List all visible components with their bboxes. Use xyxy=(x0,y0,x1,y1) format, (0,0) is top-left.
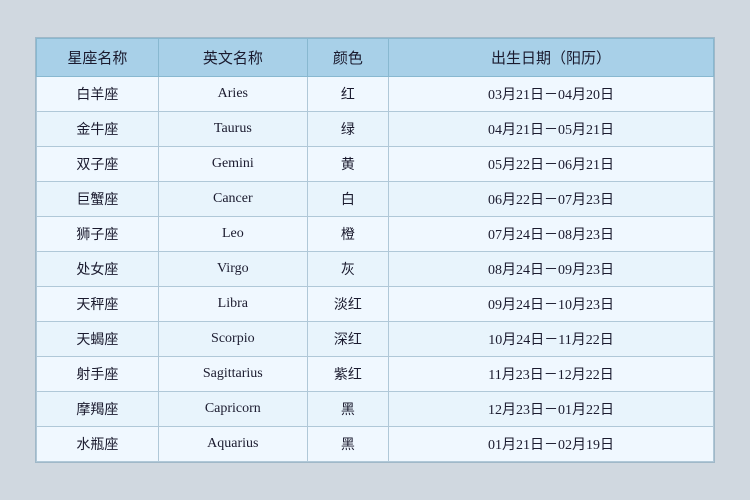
cell-date: 11月23日－12月22日 xyxy=(389,357,714,392)
header-date: 出生日期（阳历） xyxy=(389,39,714,77)
cell-color: 白 xyxy=(307,182,388,217)
table-row: 天秤座Libra淡红09月24日－10月23日 xyxy=(37,287,714,322)
cell-chinese: 水瓶座 xyxy=(37,427,159,462)
cell-english: Leo xyxy=(158,217,307,252)
header-color: 颜色 xyxy=(307,39,388,77)
cell-date: 07月24日－08月23日 xyxy=(389,217,714,252)
cell-color: 淡红 xyxy=(307,287,388,322)
cell-english: Gemini xyxy=(158,147,307,182)
table-row: 射手座Sagittarius紫红11月23日－12月22日 xyxy=(37,357,714,392)
header-english: 英文名称 xyxy=(158,39,307,77)
zodiac-table: 星座名称 英文名称 颜色 出生日期（阳历） 白羊座Aries红03月21日－04… xyxy=(36,38,714,462)
cell-english: Capricorn xyxy=(158,392,307,427)
cell-chinese: 射手座 xyxy=(37,357,159,392)
table-row: 巨蟹座Cancer白06月22日－07月23日 xyxy=(37,182,714,217)
table-row: 白羊座Aries红03月21日－04月20日 xyxy=(37,77,714,112)
cell-color: 绿 xyxy=(307,112,388,147)
cell-date: 03月21日－04月20日 xyxy=(389,77,714,112)
cell-english: Sagittarius xyxy=(158,357,307,392)
cell-date: 05月22日－06月21日 xyxy=(389,147,714,182)
table-row: 金牛座Taurus绿04月21日－05月21日 xyxy=(37,112,714,147)
cell-chinese: 天秤座 xyxy=(37,287,159,322)
cell-date: 06月22日－07月23日 xyxy=(389,182,714,217)
cell-chinese: 狮子座 xyxy=(37,217,159,252)
cell-date: 01月21日－02月19日 xyxy=(389,427,714,462)
cell-color: 黑 xyxy=(307,392,388,427)
cell-chinese: 双子座 xyxy=(37,147,159,182)
cell-chinese: 巨蟹座 xyxy=(37,182,159,217)
cell-english: Cancer xyxy=(158,182,307,217)
table-header-row: 星座名称 英文名称 颜色 出生日期（阳历） xyxy=(37,39,714,77)
table-row: 狮子座Leo橙07月24日－08月23日 xyxy=(37,217,714,252)
cell-date: 04月21日－05月21日 xyxy=(389,112,714,147)
cell-date: 12月23日－01月22日 xyxy=(389,392,714,427)
cell-english: Aquarius xyxy=(158,427,307,462)
cell-chinese: 天蝎座 xyxy=(37,322,159,357)
cell-color: 橙 xyxy=(307,217,388,252)
table-row: 摩羯座Capricorn黑12月23日－01月22日 xyxy=(37,392,714,427)
zodiac-table-container: 星座名称 英文名称 颜色 出生日期（阳历） 白羊座Aries红03月21日－04… xyxy=(35,37,715,463)
cell-color: 黑 xyxy=(307,427,388,462)
cell-chinese: 摩羯座 xyxy=(37,392,159,427)
table-row: 处女座Virgo灰08月24日－09月23日 xyxy=(37,252,714,287)
cell-color: 深红 xyxy=(307,322,388,357)
cell-english: Libra xyxy=(158,287,307,322)
cell-chinese: 白羊座 xyxy=(37,77,159,112)
cell-date: 10月24日－11月22日 xyxy=(389,322,714,357)
table-row: 水瓶座Aquarius黑01月21日－02月19日 xyxy=(37,427,714,462)
cell-color: 红 xyxy=(307,77,388,112)
cell-color: 黄 xyxy=(307,147,388,182)
header-chinese: 星座名称 xyxy=(37,39,159,77)
cell-english: Virgo xyxy=(158,252,307,287)
cell-chinese: 金牛座 xyxy=(37,112,159,147)
cell-color: 灰 xyxy=(307,252,388,287)
cell-chinese: 处女座 xyxy=(37,252,159,287)
cell-english: Aries xyxy=(158,77,307,112)
cell-date: 08月24日－09月23日 xyxy=(389,252,714,287)
cell-english: Taurus xyxy=(158,112,307,147)
cell-date: 09月24日－10月23日 xyxy=(389,287,714,322)
cell-english: Scorpio xyxy=(158,322,307,357)
table-row: 天蝎座Scorpio深红10月24日－11月22日 xyxy=(37,322,714,357)
cell-color: 紫红 xyxy=(307,357,388,392)
table-row: 双子座Gemini黄05月22日－06月21日 xyxy=(37,147,714,182)
